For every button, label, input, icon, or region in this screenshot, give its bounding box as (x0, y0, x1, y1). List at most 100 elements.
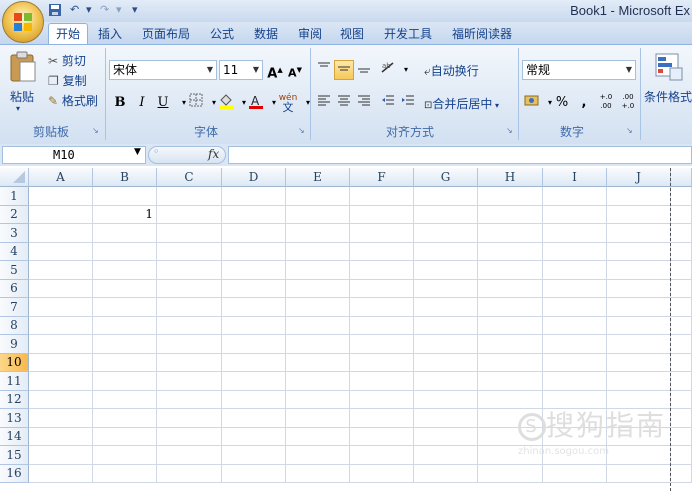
cell[interactable] (222, 224, 286, 243)
office-button[interactable] (2, 1, 44, 43)
cell[interactable] (671, 335, 692, 354)
tab-home[interactable]: 开始 (48, 23, 88, 45)
cell[interactable] (607, 446, 671, 465)
cell[interactable] (414, 261, 478, 280)
cell[interactable] (93, 446, 157, 465)
name-box-dropdown-icon[interactable]: ▼ (134, 147, 141, 157)
shrink-font-button[interactable]: A▼ (285, 60, 305, 80)
cell[interactable] (607, 243, 671, 261)
cell[interactable] (478, 354, 543, 372)
cell[interactable] (350, 446, 414, 465)
wrap-text-button[interactable]: ⤶自动换行 (424, 62, 479, 79)
cell[interactable] (543, 206, 607, 224)
cell[interactable] (414, 298, 478, 317)
cell[interactable] (350, 298, 414, 317)
phonetic-button[interactable]: wén 文 (276, 93, 300, 113)
cell[interactable] (93, 280, 157, 298)
orientation-button[interactable]: ab (378, 60, 398, 80)
cell[interactable] (93, 465, 157, 483)
cell[interactable] (286, 465, 350, 483)
cell[interactable] (286, 317, 350, 335)
redo-dropdown-icon[interactable]: ▾ (116, 3, 126, 19)
align-center-button[interactable] (334, 93, 354, 113)
percent-button[interactable]: % (552, 93, 572, 113)
cell[interactable] (350, 465, 414, 483)
cell[interactable] (350, 243, 414, 261)
cell[interactable] (350, 409, 414, 428)
paste-dropdown-icon[interactable]: ▾ (16, 104, 20, 113)
cell[interactable] (671, 280, 692, 298)
row-header-3[interactable]: 3 (0, 224, 29, 243)
cell-b2[interactable]: 1 (93, 206, 157, 224)
cell[interactable] (286, 428, 350, 446)
cell[interactable] (671, 465, 692, 483)
chevron-down-icon[interactable]: ▾ (492, 101, 499, 110)
cell[interactable] (29, 243, 93, 261)
formula-input[interactable] (228, 146, 692, 164)
alignment-launcher-icon[interactable]: ↘ (506, 126, 515, 135)
cell[interactable] (543, 261, 607, 280)
cell[interactable] (93, 354, 157, 372)
bold-button[interactable]: B (110, 93, 130, 113)
cell[interactable] (350, 261, 414, 280)
font-color-button[interactable]: A (246, 93, 266, 113)
column-header-f[interactable]: F (350, 168, 414, 187)
cell[interactable] (414, 280, 478, 298)
cell[interactable] (350, 206, 414, 224)
tab-formulas[interactable]: 公式 (204, 24, 240, 44)
chevron-down-icon[interactable]: ▼ (626, 61, 632, 79)
cell[interactable] (478, 206, 543, 224)
cell[interactable] (607, 354, 671, 372)
cell[interactable] (286, 206, 350, 224)
cell[interactable] (671, 298, 692, 317)
cell[interactable] (543, 335, 607, 354)
cell[interactable] (350, 335, 414, 354)
cell[interactable] (157, 354, 222, 372)
cell[interactable] (414, 317, 478, 335)
row-header-6[interactable]: 6 (0, 280, 29, 298)
cell[interactable] (607, 335, 671, 354)
cell[interactable] (286, 446, 350, 465)
cell[interactable] (414, 354, 478, 372)
cell[interactable] (157, 280, 222, 298)
row-header-5[interactable]: 5 (0, 261, 29, 280)
cell[interactable] (607, 317, 671, 335)
cell[interactable] (350, 224, 414, 243)
conditional-format-icon[interactable] (654, 52, 684, 82)
cell[interactable] (29, 335, 93, 354)
cell[interactable] (414, 243, 478, 261)
tab-foxit-reader[interactable]: 福昕阅读器 (446, 24, 518, 44)
cell[interactable] (414, 335, 478, 354)
formula-handle-icon[interactable]: ◦ (153, 145, 160, 158)
undo-icon[interactable]: ↶ (70, 3, 84, 19)
cell[interactable] (414, 372, 478, 391)
clipboard-launcher-icon[interactable]: ↘ (92, 126, 101, 135)
column-header-b[interactable]: B (93, 168, 157, 187)
column-header-e[interactable]: E (286, 168, 350, 187)
cell[interactable] (222, 465, 286, 483)
cell[interactable] (414, 465, 478, 483)
cell[interactable] (29, 465, 93, 483)
font-name-combo[interactable]: 宋体 ▼ (109, 60, 217, 80)
chevron-down-icon[interactable]: ▼ (207, 61, 213, 79)
cell[interactable] (414, 428, 478, 446)
cell[interactable] (93, 261, 157, 280)
cell[interactable] (286, 224, 350, 243)
cell[interactable] (29, 409, 93, 428)
cell[interactable] (157, 298, 222, 317)
cell[interactable] (29, 391, 93, 409)
align-left-button[interactable] (314, 93, 334, 113)
tab-page-layout[interactable]: 页面布局 (136, 24, 196, 44)
row-header-1[interactable]: 1 (0, 187, 29, 206)
row-header-4[interactable]: 4 (0, 243, 29, 261)
row-header-15[interactable]: 15 (0, 446, 29, 465)
cell[interactable] (222, 409, 286, 428)
cell[interactable] (29, 428, 93, 446)
cell[interactable] (29, 224, 93, 243)
cell[interactable] (414, 446, 478, 465)
cell[interactable] (93, 391, 157, 409)
cell[interactable] (29, 187, 93, 206)
column-header-i[interactable]: I (543, 168, 607, 187)
tab-view[interactable]: 视图 (334, 24, 370, 44)
column-header-g[interactable]: G (414, 168, 478, 187)
